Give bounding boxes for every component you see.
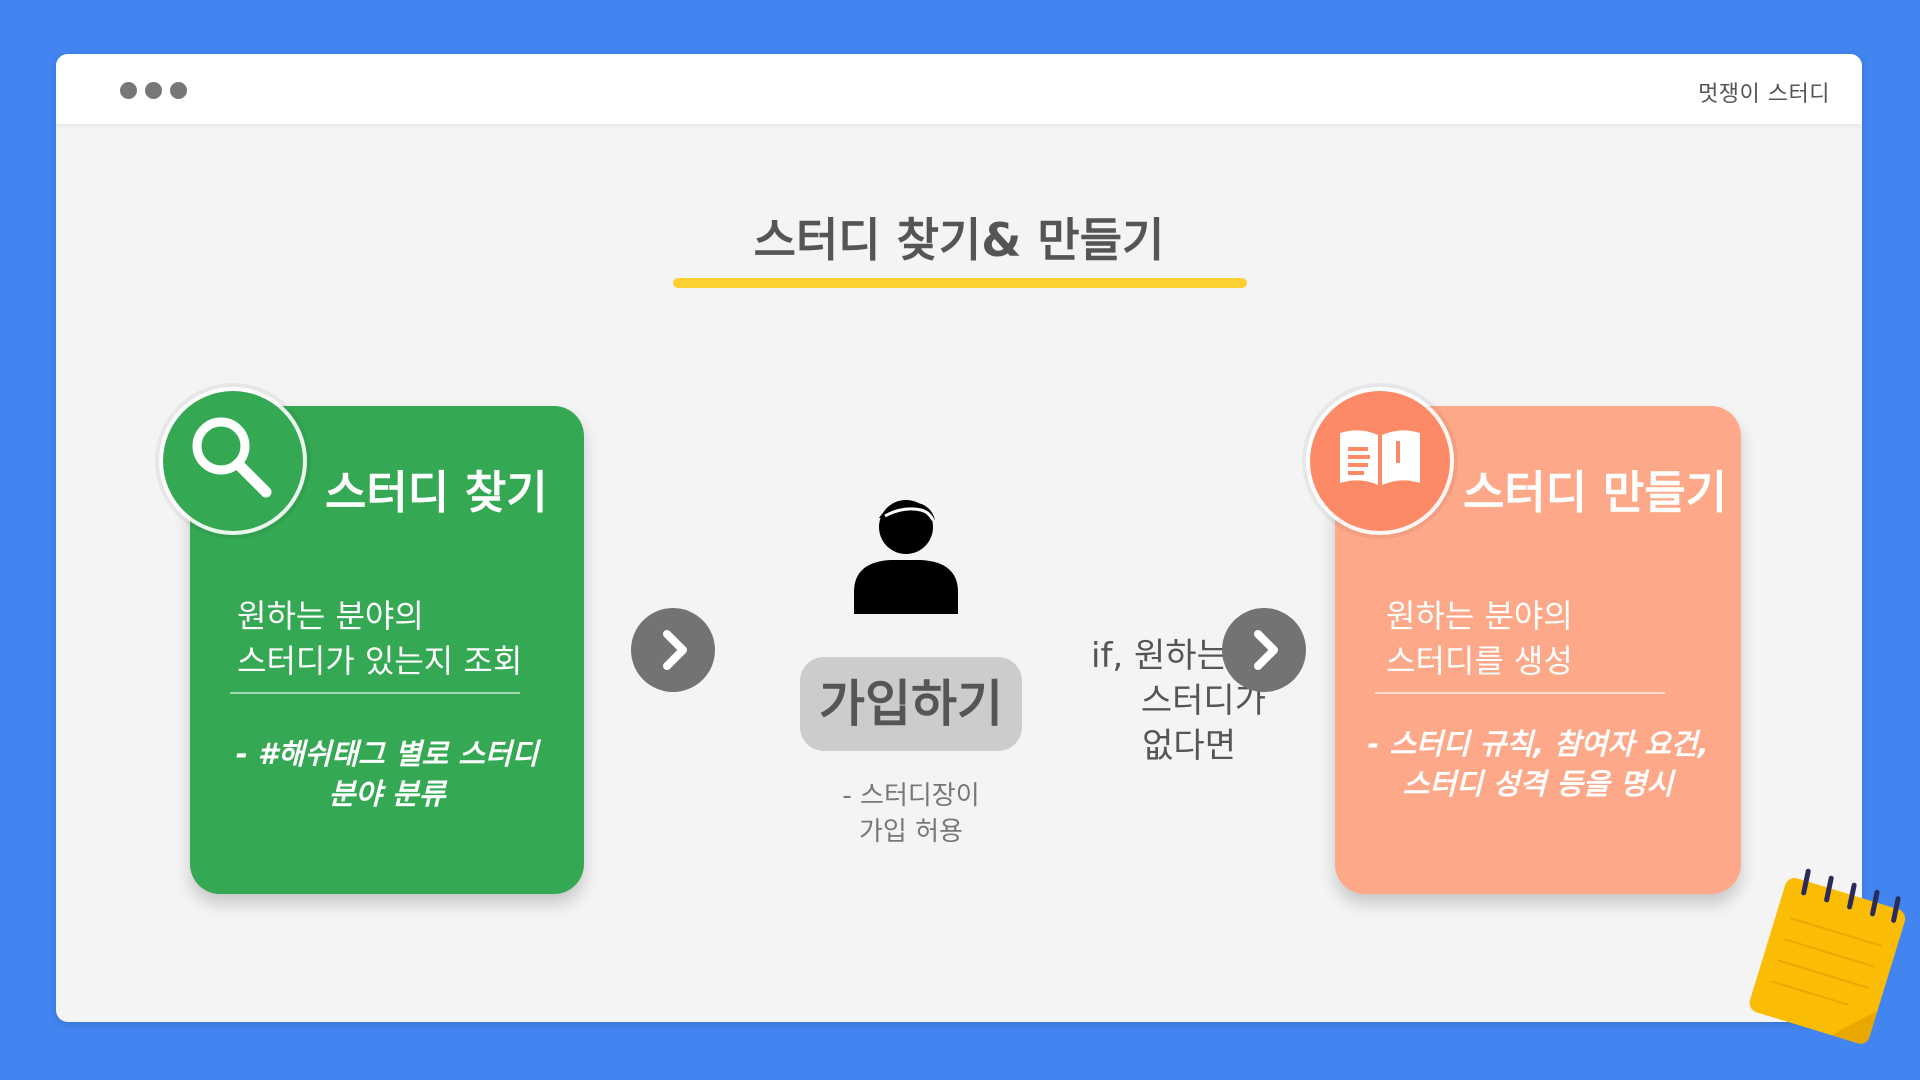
create-study-note: - 스터디 규칙, 참여자 요건, 스터디 성격 등을 명시 (1335, 724, 1741, 804)
note-line: 분야 분류 (328, 777, 446, 811)
app-window: 멋쟁이 스터디 스터디 찾기& 만들기 스터디 찾기 원하는 분야의 스터디가 … (56, 54, 1862, 1022)
join-note: - 스터디장이 가입 허용 (776, 778, 1046, 850)
find-study-note: - #해쉬태그 별로 스터디 분야 분류 (190, 734, 584, 814)
search-icon (163, 391, 303, 531)
note-line: - #해쉬태그 별로 스터디 (235, 737, 539, 771)
description-line: 원하는 분야의 (237, 597, 424, 635)
window-dot-1[interactable] (120, 82, 137, 99)
next-arrow-icon[interactable] (631, 608, 715, 692)
note-line: 스터디 성격 등을 명시 (1402, 767, 1674, 801)
create-study-heading: 스터디 만들기 (1463, 466, 1728, 519)
create-study-description: 원하는 분야의 스터디를 생성 (1386, 594, 1573, 684)
title-bar: 멋쟁이 스터디 (56, 54, 1862, 124)
window-dot-2[interactable] (145, 82, 162, 99)
note-line: 가입 허용 (859, 817, 963, 847)
description-line: 원하는 분야의 (1386, 597, 1573, 635)
page-title: 스터디 찾기& 만들기 (753, 213, 1165, 267)
note-line: - 스터디장이 (842, 781, 980, 811)
next-arrow-icon[interactable] (1222, 608, 1306, 692)
card-divider (230, 692, 520, 694)
description-line: 스터디가 있는지 조회 (237, 642, 523, 680)
find-study-description: 원하는 분야의 스터디가 있는지 조회 (237, 594, 522, 684)
open-book-icon (1310, 391, 1450, 531)
notepad-icon (1735, 860, 1915, 1064)
person-icon (851, 496, 961, 620)
window-title: 멋쟁이 스터디 (1698, 82, 1830, 107)
find-study-heading: 스터디 찾기 (325, 466, 548, 519)
card-divider (1375, 692, 1665, 694)
description-line: 스터디를 생성 (1386, 642, 1573, 680)
join-button[interactable]: 가입하기 (800, 657, 1022, 751)
note-line: - 스터디 규칙, 참여자 요건, (1367, 727, 1709, 761)
condition-line: 없다면 (1142, 726, 1236, 766)
window-dot-3[interactable] (170, 82, 187, 99)
title-underline (673, 278, 1247, 288)
